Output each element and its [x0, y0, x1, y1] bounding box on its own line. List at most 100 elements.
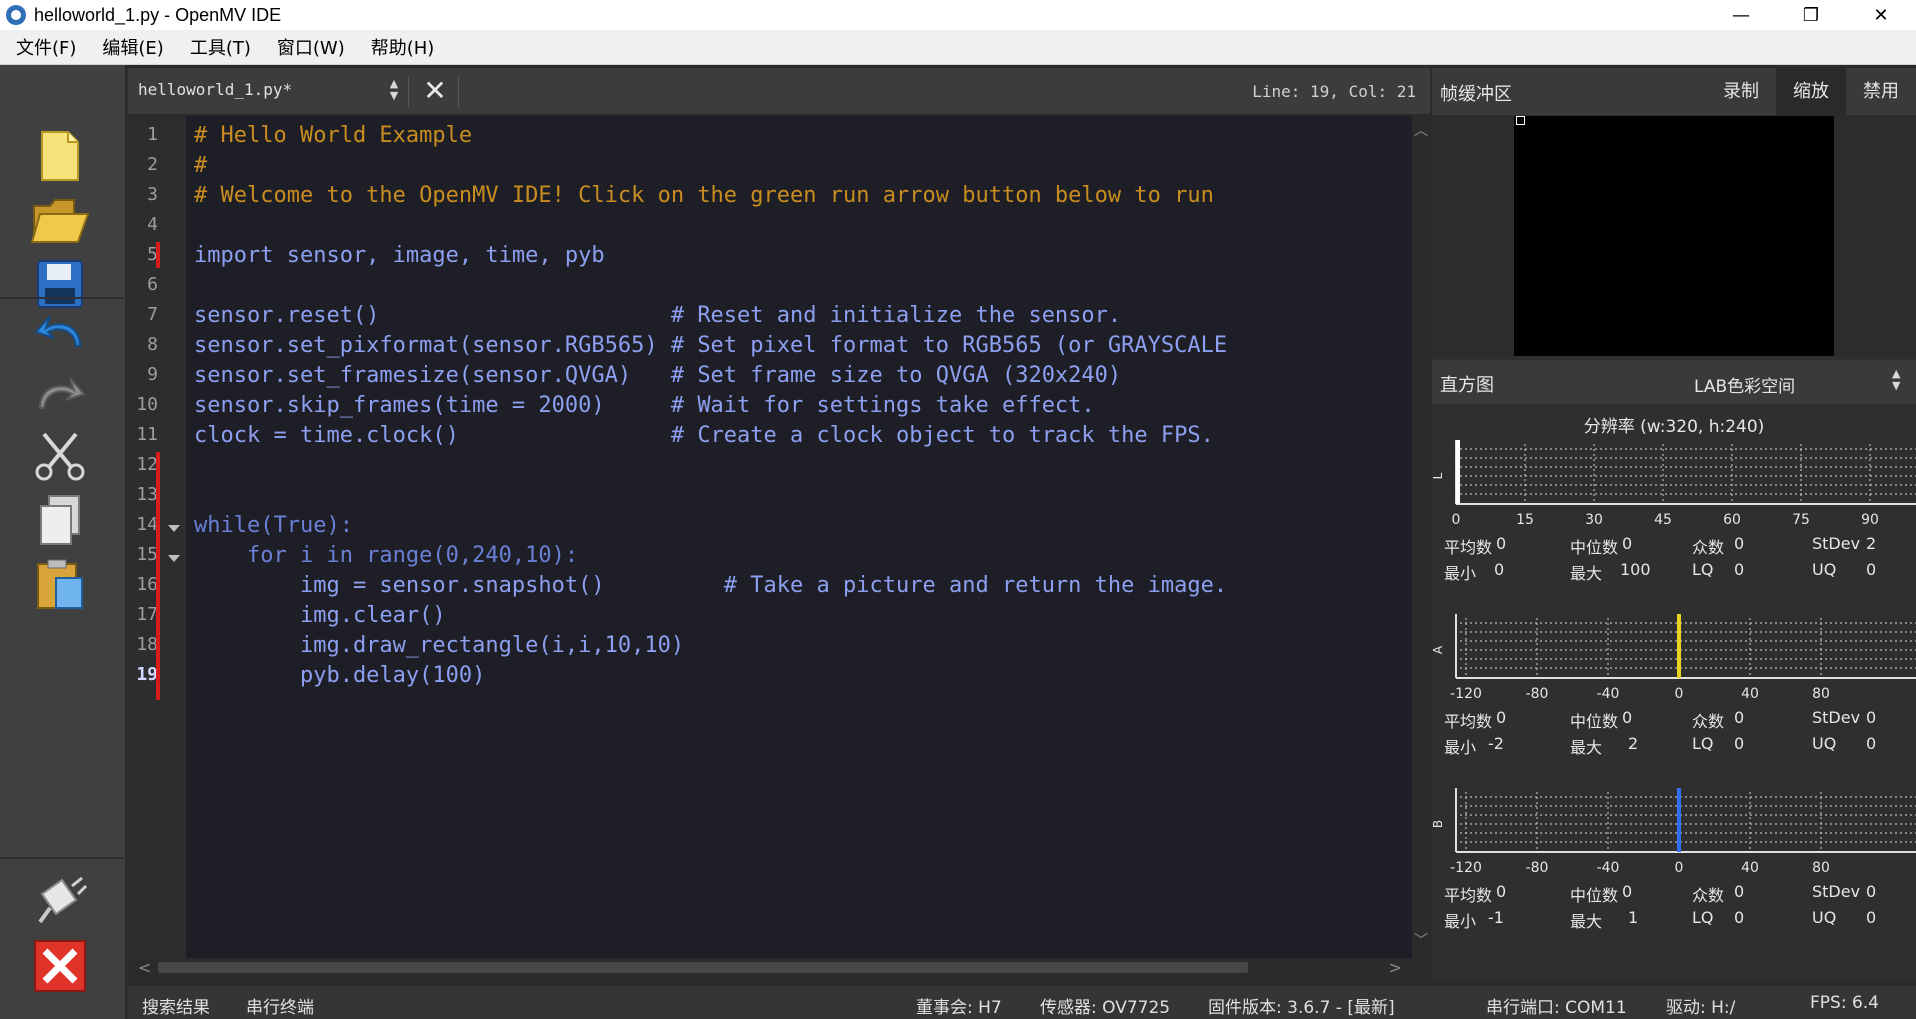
- histogram-tick-label: 80: [1812, 860, 1830, 876]
- stat-lq-label: LQ: [1692, 560, 1714, 579]
- horizontal-scroll-thumb[interactable]: [158, 962, 1248, 973]
- firmware-info[interactable]: 固件版本: 3.6.7 - [最新]: [1208, 993, 1395, 1018]
- line-number: 18: [136, 634, 158, 655]
- code-editor[interactable]: # Hello World Example # # Welcome to the…: [186, 116, 1412, 958]
- fold-arrow-icon[interactable]: [168, 525, 180, 532]
- line-number: 10: [136, 394, 158, 415]
- histogram-channel-label: A: [1432, 645, 1445, 654]
- board-info: 董事会: H7: [916, 998, 1002, 1018]
- stat-median: 0: [1622, 708, 1633, 727]
- close-tab-icon[interactable]: ✕: [418, 74, 452, 108]
- menu-edit[interactable]: 编辑(E): [92, 34, 173, 60]
- disable-button[interactable]: 禁用: [1846, 68, 1916, 115]
- stat-min-label: 最小: [1444, 564, 1477, 583]
- right-panel: 帧缓冲区 录制 缩放 禁用 直方图 LAB色彩空间 ▲ ▼ 分辨率 (w:320,…: [1431, 68, 1916, 980]
- histogram-tick-label: -120: [1450, 686, 1482, 702]
- sensor-info: 传感器: OV7725: [1040, 998, 1171, 1018]
- histogram-title: 直方图: [1440, 375, 1494, 396]
- histogram-chart-l: L 0 15 30 45 60 75 90: [1431, 440, 1916, 528]
- fold-arrow-icon[interactable]: [168, 555, 180, 562]
- stat-mean-label: 平均数: [1444, 538, 1493, 557]
- stat-lq-label: LQ: [1692, 734, 1714, 753]
- menu-window[interactable]: 窗口(W): [267, 34, 355, 60]
- open-folder-icon[interactable]: [28, 189, 92, 251]
- stat-stdev: 0: [1866, 708, 1877, 727]
- scroll-left-icon[interactable]: <: [138, 958, 151, 977]
- menu-file[interactable]: 文件(F): [6, 34, 86, 60]
- minimize-button[interactable]: —: [1706, 0, 1776, 30]
- code-line: #: [194, 153, 208, 178]
- copy-icon[interactable]: [28, 489, 92, 551]
- tab-switch-arrows-icon[interactable]: ▲ ▼: [386, 78, 402, 104]
- code-line: while(True):: [194, 513, 353, 538]
- color-space-select[interactable]: LAB色彩空间: [1694, 372, 1795, 397]
- stat-uq: 0: [1866, 560, 1877, 579]
- drive-info[interactable]: 驱动: H:/: [1666, 993, 1735, 1018]
- line-number: 9: [147, 364, 158, 385]
- stat-max-label: 最大: [1570, 738, 1603, 757]
- stop-icon[interactable]: [28, 935, 92, 997]
- code-line: img = sensor.snapshot() # Take a picture…: [194, 573, 1228, 598]
- new-file-icon[interactable]: [28, 125, 92, 187]
- scroll-down-icon[interactable]: ﹀: [1412, 930, 1430, 950]
- histogram-channel-label: L: [1432, 472, 1445, 479]
- line-number: 1: [147, 124, 158, 145]
- redo-icon[interactable]: [28, 363, 92, 425]
- histogram-tick-label: 0: [1675, 860, 1684, 876]
- stat-median-label: 中位数: [1570, 712, 1619, 731]
- histogram-chart-a: A -120 -80 -40 0 40 80: [1431, 614, 1916, 702]
- undo-icon[interactable]: [28, 301, 92, 363]
- code-line: img.clear(): [194, 603, 446, 628]
- code-line: clock = time.clock() # Create a clock ob…: [194, 423, 1214, 448]
- histogram-tick-label: -40: [1597, 686, 1620, 702]
- line-number: 12: [136, 454, 158, 475]
- cut-icon[interactable]: [28, 425, 92, 487]
- connect-icon[interactable]: [28, 869, 92, 931]
- stat-mode: 0: [1734, 534, 1745, 553]
- scroll-right-icon[interactable]: >: [1389, 958, 1402, 977]
- zoom-button[interactable]: 缩放: [1776, 68, 1846, 115]
- serial-terminal-tab[interactable]: 串行终端: [246, 993, 314, 1018]
- stat-uq: 0: [1866, 908, 1877, 927]
- histogram-tick-label: 30: [1585, 512, 1603, 528]
- editor-horizontal-scrollbar[interactable]: < >: [128, 958, 1412, 978]
- histogram-channel-label: B: [1432, 820, 1445, 828]
- code-line: import sensor, image, time, pyb: [194, 243, 605, 268]
- scroll-up-icon[interactable]: ︿: [1412, 120, 1430, 140]
- file-tab[interactable]: helloworld_1.py*: [138, 80, 292, 99]
- stat-min: -2: [1488, 734, 1504, 753]
- stat-uq-label: UQ: [1812, 908, 1837, 927]
- stat-stdev: 2: [1866, 534, 1877, 553]
- histogram-tick-label: -40: [1597, 860, 1620, 876]
- stat-mean-label: 平均数: [1444, 886, 1493, 905]
- line-number: 6: [147, 274, 158, 295]
- histogram-tick-label: -80: [1526, 860, 1549, 876]
- stat-max-label: 最大: [1570, 564, 1603, 583]
- record-button[interactable]: 录制: [1706, 68, 1776, 115]
- resolution-label: 分辨率 (w:320, h:240): [1583, 417, 1765, 437]
- stat-stdev-label: StDev: [1812, 708, 1861, 727]
- stat-lq: 0: [1734, 560, 1745, 579]
- restore-button[interactable]: ❐: [1776, 0, 1846, 30]
- close-window-button[interactable]: ✕: [1846, 0, 1916, 30]
- stat-uq-label: UQ: [1812, 734, 1837, 753]
- line-number: 17: [136, 604, 158, 625]
- stat-mode-label: 众数: [1692, 712, 1725, 731]
- stat-median: 0: [1622, 882, 1633, 901]
- histogram-tick-label: -80: [1526, 686, 1549, 702]
- paste-icon[interactable]: [28, 553, 92, 615]
- serial-port-info: 串行端口: COM11: [1486, 998, 1627, 1018]
- code-line: for i in range(0,240,10):: [194, 543, 579, 568]
- line-number: 7: [147, 304, 158, 325]
- stat-uq-label: UQ: [1812, 560, 1837, 579]
- code-line: sensor.skip_frames(time = 2000) # Wait f…: [194, 393, 1095, 418]
- stat-mean: 0: [1496, 882, 1507, 901]
- code-line: img.draw_rectangle(i,i,10,10): [194, 633, 685, 658]
- line-number: 2: [147, 154, 158, 175]
- editor-vertical-scrollbar[interactable]: ︿ ﹀: [1412, 116, 1430, 958]
- menu-help[interactable]: 帮助(H): [361, 34, 445, 60]
- search-results-tab[interactable]: 搜索结果: [142, 993, 210, 1018]
- window-title: helloworld_1.py - OpenMV IDE: [34, 4, 282, 25]
- menu-tools[interactable]: 工具(T): [180, 34, 261, 60]
- select-arrows-icon[interactable]: ▲ ▼: [1892, 368, 1900, 392]
